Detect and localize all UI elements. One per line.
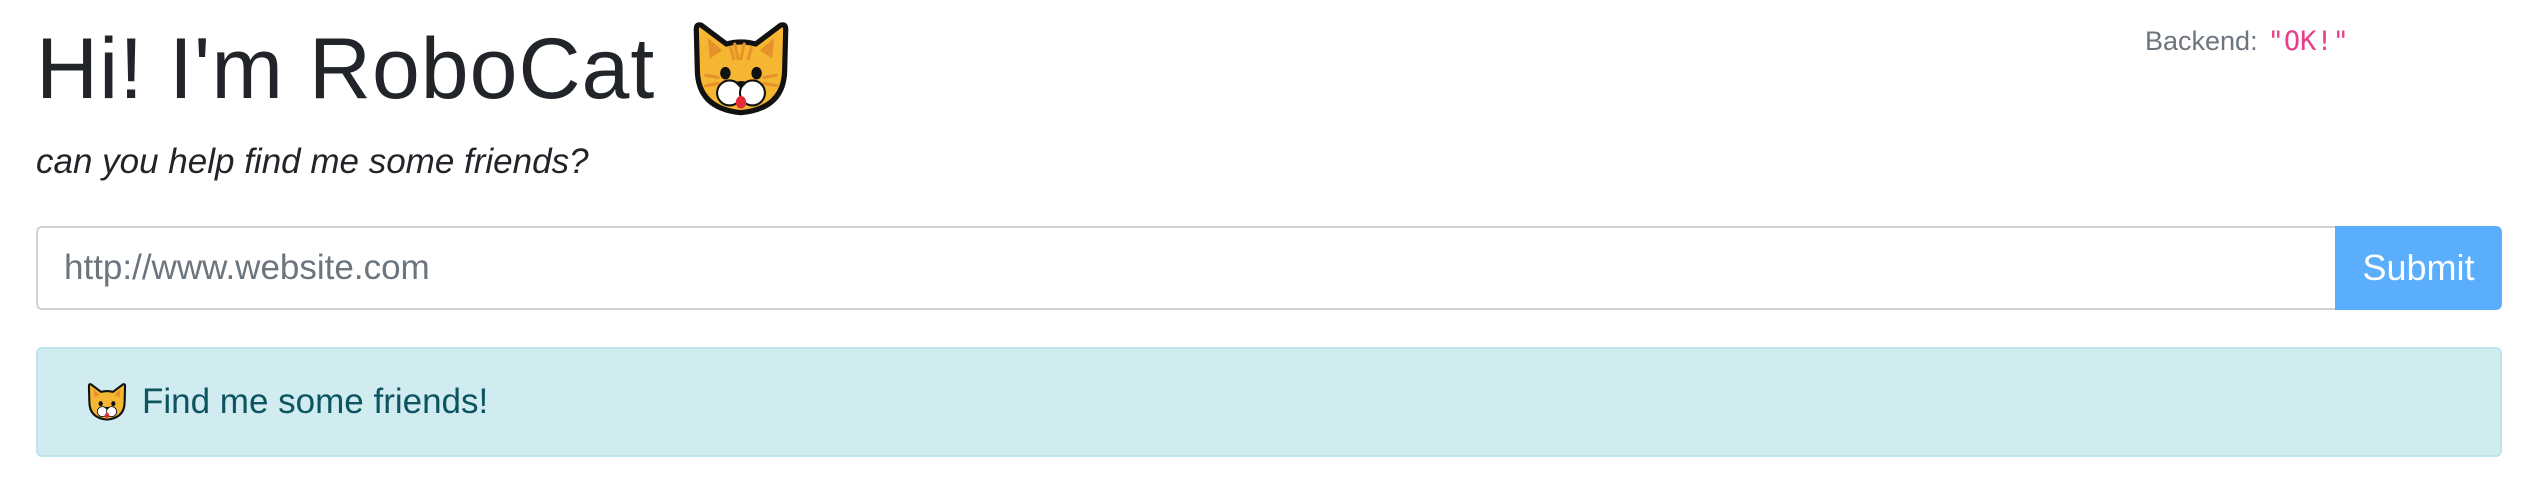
page-title: Hi! I'm RoboCat	[36, 21, 656, 117]
backend-label: Backend:	[2145, 26, 2258, 56]
page-header: Hi! I'm RoboCat	[36, 14, 793, 124]
backend-value: "OK!"	[2267, 26, 2349, 57]
cat-face-icon	[87, 383, 127, 421]
cat-face-icon	[693, 22, 789, 116]
info-alert: Find me some friends!	[36, 347, 2502, 457]
url-form: Submit	[36, 226, 2502, 310]
url-input[interactable]	[36, 226, 2335, 310]
submit-button[interactable]: Submit	[2335, 226, 2502, 310]
backend-status: Backend: "OK!"	[2145, 26, 2349, 57]
alert-text: Find me some friends!	[142, 382, 489, 421]
page-subtitle: can you help find me some friends?	[36, 142, 589, 181]
page: Hi! I'm RoboCat can you help find me som…	[0, 0, 2525, 500]
